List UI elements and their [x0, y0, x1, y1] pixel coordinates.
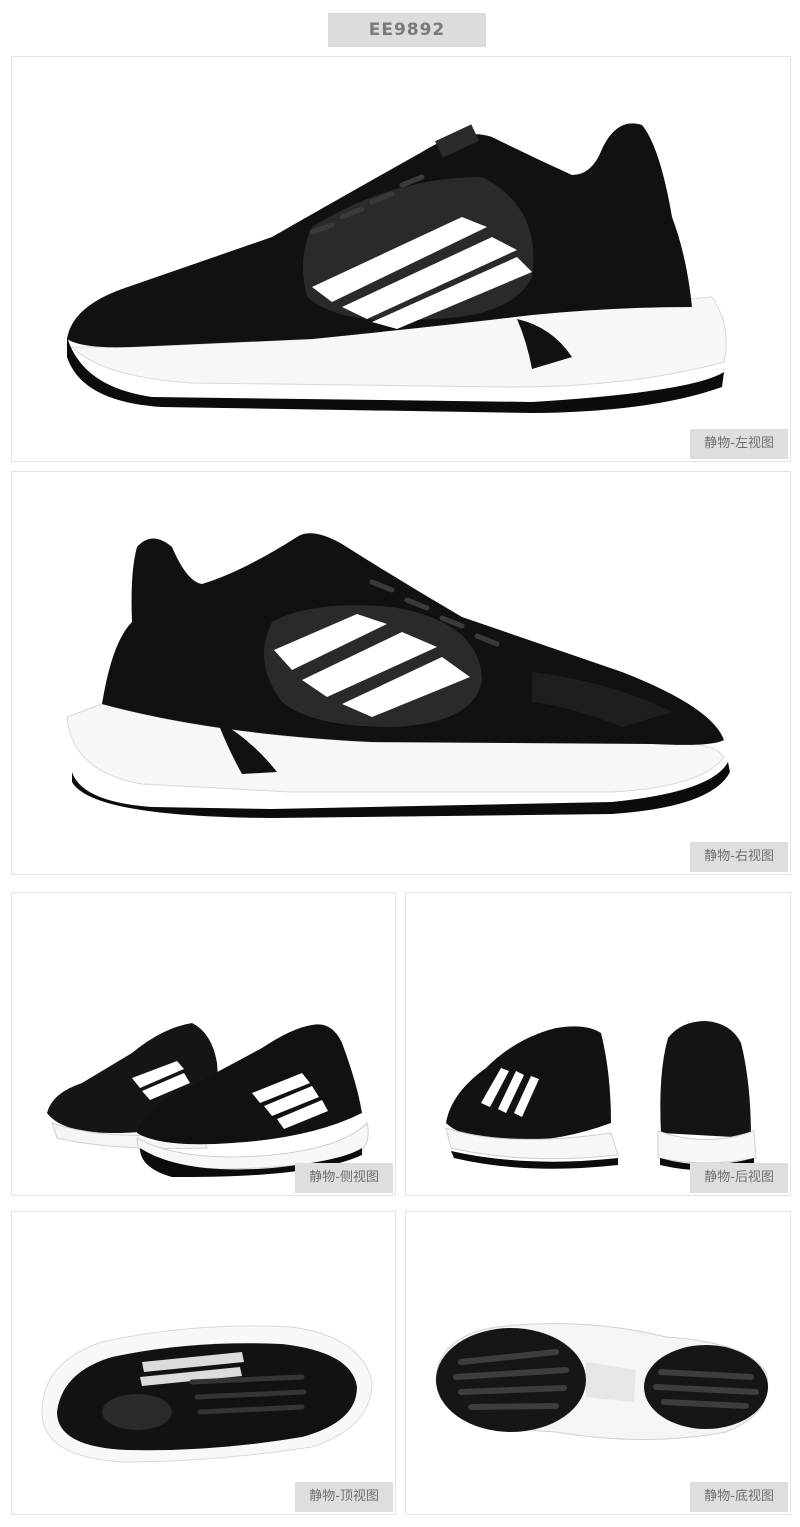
sole-view-panel: 静物-底视图: [405, 1211, 791, 1515]
left-view-caption: 静物-左视图: [690, 429, 788, 459]
right-view-panel: 静物-右视图: [11, 471, 791, 875]
top-view-panel: 静物-顶视图: [11, 1211, 396, 1515]
back-view-shoe-image: [445, 1021, 757, 1171]
left-view-panel: 静物-左视图: [11, 56, 791, 462]
top-view-shoe-image: [41, 1325, 373, 1463]
right-view-shoe-image: [66, 533, 730, 818]
sole-view-shoe-image: [435, 1323, 769, 1440]
product-code-badge: EE9892: [328, 13, 486, 47]
back-view-panel: 静物-后视图: [405, 892, 791, 1196]
product-code: EE9892: [368, 20, 446, 40]
side-view-shoe-image: [47, 1023, 369, 1178]
sole-view-caption: 静物-底视图: [690, 1482, 788, 1512]
side-view-panel: 静物-侧视图: [11, 892, 396, 1196]
top-view-caption: 静物-顶视图: [295, 1482, 393, 1512]
left-view-shoe-image: [67, 123, 727, 413]
side-view-caption: 静物-侧视图: [295, 1163, 393, 1193]
back-view-caption: 静物-后视图: [690, 1163, 788, 1193]
right-view-caption: 静物-右视图: [690, 842, 788, 872]
